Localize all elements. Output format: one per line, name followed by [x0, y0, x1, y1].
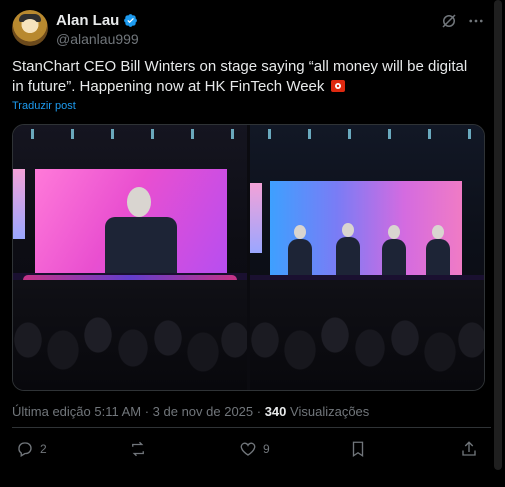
heart-icon [240, 442, 256, 456]
tweet-text: StanChart CEO Bill Winters on stage sayi… [12, 57, 482, 97]
avatar[interactable] [12, 10, 48, 46]
stage-screen [35, 169, 227, 273]
tweet-article[interactable]: Alan Lau @alanlau999 StanChart CEO Bill … [0, 0, 491, 487]
post-meta: Última edição 5:11 AM · 3 de nov de 2025… [12, 404, 369, 419]
ceiling-lights [13, 129, 247, 139]
share-button[interactable] [460, 440, 478, 458]
hong-kong-flag-icon [330, 80, 345, 92]
scrollbar-track[interactable] [491, 0, 505, 487]
panelist-body [288, 239, 312, 275]
like-count: 9 [263, 442, 270, 456]
views-label: Visualizações [290, 404, 370, 419]
translate-post-link[interactable]: Traduzir post [12, 100, 76, 112]
divider [12, 427, 491, 428]
panelist-head [342, 223, 354, 237]
like-button[interactable]: 9 [239, 440, 270, 458]
panelist-head [388, 225, 400, 239]
ceiling-lights [250, 129, 484, 139]
panelist-head [294, 225, 306, 239]
scrollbar-thumb[interactable] [494, 0, 502, 470]
panelist-body [382, 239, 406, 275]
more-options-icon[interactable] [467, 12, 485, 30]
author-display-name[interactable]: Alan Lau [56, 12, 119, 29]
avatar-face [22, 19, 38, 33]
author-name-row: Alan Lau [56, 12, 138, 29]
reply-count: 2 [40, 442, 47, 456]
verified-badge-icon [124, 14, 138, 27]
panelist-body [336, 237, 360, 275]
bookmark-button[interactable] [349, 440, 367, 458]
tweet-text-body: StanChart CEO Bill Winters on stage sayi… [12, 58, 468, 95]
views-count: 340 [264, 404, 287, 419]
grok-icon[interactable] [440, 12, 458, 30]
repost-icon [132, 441, 144, 457]
author-handle[interactable]: @alanlau999 [56, 31, 139, 47]
speaker-head [127, 187, 151, 217]
bookmark-icon [352, 441, 364, 458]
edited-timestamp[interactable]: Última edição 5:11 AM · 3 de nov de 2025… [12, 404, 261, 419]
panelist-body [426, 239, 450, 275]
photo-panel-stage[interactable] [250, 125, 484, 390]
photo-speaker-closeup[interactable] [13, 125, 247, 390]
action-bar: 2 9 [12, 440, 482, 466]
side-banner [13, 169, 25, 239]
panelist-head [432, 225, 444, 239]
repost-button[interactable] [129, 440, 153, 458]
side-banner [250, 183, 262, 253]
stage-screen [270, 181, 462, 275]
audience [13, 280, 247, 390]
audience [250, 280, 484, 390]
reply-icon [18, 442, 32, 457]
share-icon [462, 441, 476, 456]
reply-button[interactable]: 2 [16, 440, 47, 458]
speaker-body [105, 217, 177, 273]
media-grid[interactable] [12, 124, 485, 391]
